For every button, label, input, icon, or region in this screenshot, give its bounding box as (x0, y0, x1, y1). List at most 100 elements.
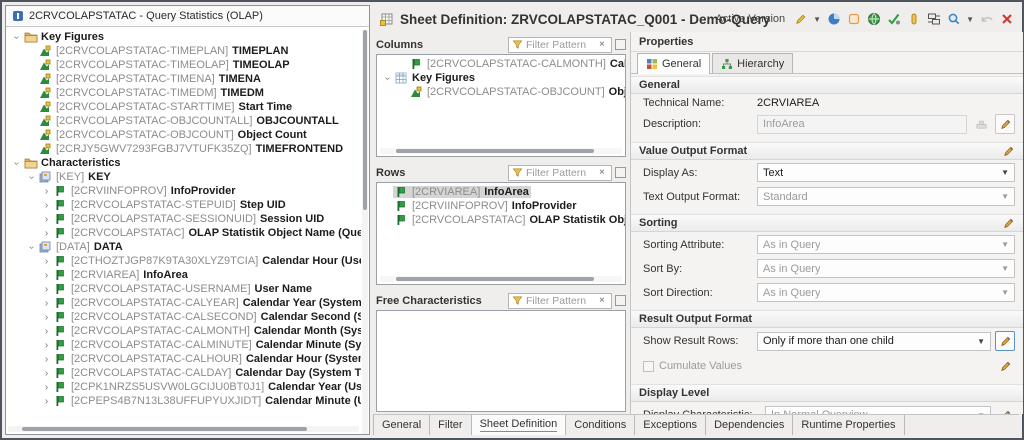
tree-expander[interactable]: › (382, 73, 393, 84)
tree-item[interactable]: ›Key Figures (377, 71, 625, 85)
tab-filter[interactable]: Filter (430, 415, 471, 435)
filter-clear-icon[interactable]: × (599, 39, 605, 50)
tree-expander[interactable]: › (41, 284, 52, 295)
close-icon[interactable] (999, 12, 1014, 27)
tree-item[interactable]: ›[2CRVCOLAPSTATAC-CALSECOND]Calendar Sec… (6, 310, 361, 324)
tree-expander[interactable]: › (41, 256, 52, 267)
tree-expander[interactable]: › (11, 32, 22, 43)
tree-item[interactable]: [2CRVCOLAPSTATAC-TIMEDM]TIMEDM (6, 86, 361, 100)
tree-expander[interactable]: › (41, 340, 52, 351)
tree-expander[interactable]: › (41, 312, 52, 323)
tab-dependencies[interactable]: Dependencies (706, 415, 793, 435)
horizontal-scrollbar[interactable] (8, 426, 359, 432)
rows-filter[interactable]: × (508, 165, 612, 181)
display-as-select[interactable]: Text▼ (757, 163, 1015, 182)
tab-general[interactable]: General (373, 415, 430, 435)
free-characteristics-filter-options-button[interactable] (615, 295, 626, 306)
sorting-attribute-select[interactable]: As in Query▼ (757, 235, 1015, 254)
tree-item[interactable]: ›[2CTHOZTJGP87K9TA30XLYZ9TCIA]Calendar H… (6, 254, 361, 268)
tree-item[interactable]: [2CRVCOLAPSTATAC-TIMEOLAP]TIMEOLAP (6, 58, 361, 72)
tree-item[interactable]: [2CRVCOLAPSTATAC-STARTTIME]Start Time (6, 100, 361, 114)
text-output-format-select[interactable]: Standard▼ (757, 187, 1015, 206)
horizontal-scrollbar[interactable] (380, 148, 622, 154)
columns-filter-options-button[interactable] (615, 39, 626, 50)
tab-sheet-definition[interactable]: Sheet Definition (472, 415, 567, 435)
properties-tab-general[interactable]: General (637, 53, 710, 74)
tree-item[interactable]: [2CRVIAREA]InfoArea (377, 185, 625, 199)
tree-expander[interactable]: › (41, 368, 52, 379)
tab-exceptions[interactable]: Exceptions (635, 415, 706, 435)
tree-expander[interactable]: › (41, 186, 52, 197)
status-bar-icon[interactable] (906, 12, 921, 27)
edit-cumulate-values-button[interactable] (995, 356, 1015, 376)
tree-item[interactable]: ›[2CRVCOLAPSTATAC-SESSIONUID]Session UID (6, 212, 361, 226)
tree-item[interactable]: [2CRVCOLAPSTATAC-CALMONTH]Calendar Month (377, 57, 625, 71)
sort-by-select[interactable]: As in Query▼ (757, 259, 1015, 278)
tree-item[interactable]: ›Key Figures (6, 30, 361, 44)
run-check-icon[interactable] (886, 12, 901, 27)
edit-sorting-button[interactable] (1002, 217, 1015, 230)
tree-item[interactable]: ›[2CRVCOLAPSTATAC-USERNAME]User Name (6, 282, 361, 296)
tree-expander[interactable]: › (41, 298, 52, 309)
tree-item[interactable]: [2CRVIINFOPROV]InfoProvider (377, 199, 625, 213)
tree-expander[interactable]: › (41, 228, 52, 239)
tree-item[interactable]: [2CRVCOLAPSTATAC-OBJCOUNT]Object Count (377, 85, 625, 99)
tree-item[interactable]: ›[KEY]KEY (6, 170, 361, 184)
chevron-down-icon[interactable]: ▼ (966, 15, 974, 24)
tree-expander[interactable]: › (26, 242, 37, 253)
tree-item[interactable]: ›[2CPK1NRZS5USVW0LGCIJU0BT0J1]Calendar Y… (6, 380, 361, 394)
globe-icon[interactable] (866, 12, 881, 27)
tree-expander[interactable]: › (41, 396, 52, 407)
tab-runtime-properties[interactable]: Runtime Properties (793, 415, 904, 435)
filter-clear-icon[interactable]: × (599, 167, 605, 178)
chevron-down-icon[interactable]: ▼ (813, 15, 821, 24)
tree-expander[interactable]: › (41, 354, 52, 365)
tree-item[interactable]: [2CRVCOLAPSTATAC-OBJCOUNT]Object Count (6, 128, 361, 142)
tree-item[interactable]: ›[2CRVCOLAPSTATAC-CALHOUR]Calendar Hour … (6, 352, 361, 366)
edit-show-result-rows-button[interactable] (995, 331, 1015, 351)
tree-item[interactable]: ›[2CRVCOLAPSTATAC-CALMINUTE]Calendar Min… (6, 338, 361, 352)
tree-item[interactable]: ›[2CRVCOLAPSTATAC-CALMONTH]Calendar Mont… (6, 324, 361, 338)
tree-item[interactable]: [2CRVCOLAPSTATAC-TIMENA]TIMENA (6, 72, 361, 86)
tree-item[interactable]: ›[2CRVCOLAPSTATAC-CALYEAR]Calendar Year … (6, 296, 361, 310)
description-field[interactable]: InfoArea (757, 115, 967, 134)
tree-expander[interactable]: › (41, 270, 52, 281)
tree-expander[interactable]: › (11, 158, 22, 169)
free-characteristics-filter[interactable]: × (508, 293, 612, 309)
cumulate-values-checkbox[interactable] (643, 361, 654, 372)
edit-version-icon[interactable] (793, 12, 808, 27)
tree-item[interactable]: ›[2CRVIAREA]InfoArea (6, 268, 361, 282)
lens-icon[interactable] (946, 12, 961, 27)
properties-tab-hierarchy[interactable]: Hierarchy (712, 53, 793, 73)
tree-item[interactable]: ›[2CRVCOLAPSTATAC]OLAP Statistik Object … (6, 226, 361, 240)
sort-direction-select[interactable]: As in Query▼ (757, 283, 1015, 302)
vertical-scrollbar[interactable] (362, 30, 368, 434)
tree-expander[interactable]: › (41, 200, 52, 211)
tree-expander[interactable]: › (26, 172, 37, 183)
table-relations-icon[interactable] (926, 12, 941, 27)
tree-expander[interactable]: › (41, 326, 52, 337)
free-characteristics-filter-input[interactable] (526, 295, 596, 307)
columns-filter-input[interactable] (526, 39, 596, 51)
tree-item[interactable]: ›[DATA]DATA (6, 240, 361, 254)
tree-item[interactable]: ›[2CPEPS4B7N13L38UFFUPYUXJIDT]Calendar M… (6, 394, 361, 408)
tree-item[interactable]: [2CRJY5GWV7293FGBJ7VTUFK35ZQ]TIMEFRONTEN… (6, 142, 361, 156)
tree-expander[interactable]: › (41, 382, 52, 393)
tree-item[interactable]: ›[2CRVCOLAPSTATAC-CALDAY]Calendar Day (S… (6, 366, 361, 380)
pie-chart-icon[interactable] (826, 12, 841, 27)
tree-item[interactable]: [2CRVCOLAPSTATAC-TIMEPLAN]TIMEPLAN (6, 44, 361, 58)
horizontal-scrollbar[interactable] (380, 276, 622, 282)
tree-item[interactable]: ›[2CRVIINFOPROV]InfoProvider (6, 184, 361, 198)
show-result-rows-select[interactable]: Only if more than one child▼ (757, 332, 991, 351)
edit-display-characteristic-button[interactable] (995, 405, 1015, 414)
tab-conditions[interactable]: Conditions (566, 415, 635, 435)
tree-item[interactable]: ›[2CRVCOLAPSTATAC-STEPUID]Step UID (6, 198, 361, 212)
edit-description-button[interactable] (995, 114, 1015, 134)
filter-clear-icon[interactable]: × (599, 295, 605, 306)
rows-filter-options-button[interactable] (615, 167, 626, 178)
tree-item[interactable]: [2CRVCOLAPSTATAC]OLAP Statistik Object N… (377, 213, 625, 227)
columns-filter[interactable]: × (508, 37, 612, 53)
tree-expander[interactable]: › (41, 214, 52, 225)
display-characteristic-select[interactable]: In Normal Overview▼ (765, 406, 991, 415)
rows-filter-input[interactable] (526, 167, 596, 179)
